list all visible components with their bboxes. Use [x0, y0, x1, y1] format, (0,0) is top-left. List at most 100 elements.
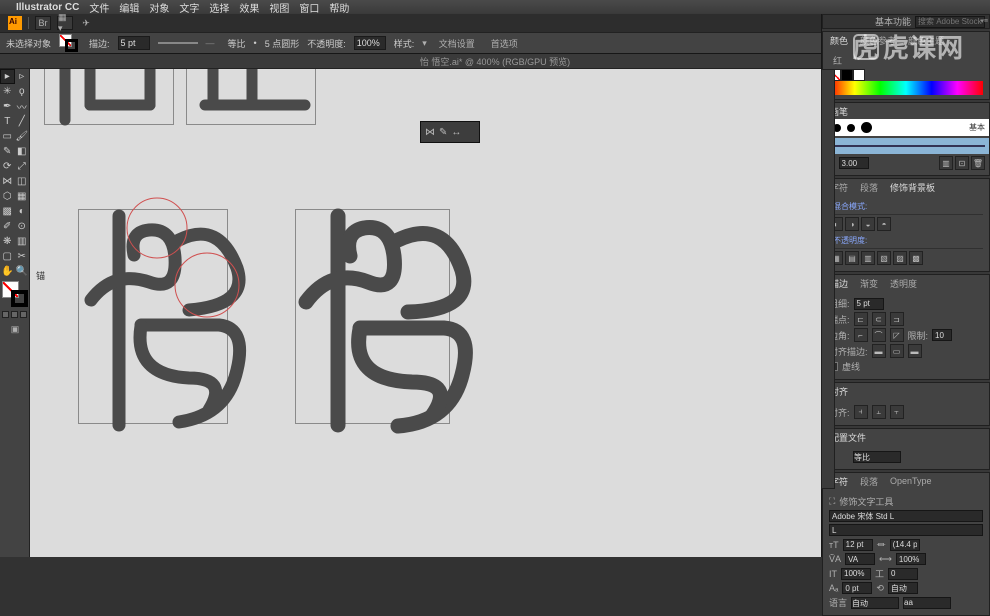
slice-tool[interactable]: ✂ [15, 249, 30, 264]
brush-size-input[interactable] [839, 157, 869, 169]
width-point-icon[interactable]: ⋈ [425, 127, 435, 138]
brush-presets[interactable]: 基本 [823, 119, 989, 136]
menu-view[interactable]: 视图 [269, 0, 289, 15]
opacity-input[interactable] [354, 36, 386, 50]
kerning-input[interactable] [845, 553, 875, 565]
aa-select[interactable]: aa [903, 597, 951, 609]
brush-def-dropdown[interactable]: 5 点圆形 [265, 37, 300, 50]
rotate-tool[interactable]: ⟳ [0, 159, 15, 174]
tab-opentype[interactable]: OpenType [885, 475, 937, 487]
fill-stroke-swatch[interactable] [59, 34, 81, 52]
menu-effect[interactable]: 效果 [239, 0, 259, 15]
tab-gradient[interactable]: 渐变 [855, 276, 883, 291]
gpu-toggle[interactable]: ✈ [79, 16, 93, 30]
cap-round-icon[interactable]: ⊂ [872, 312, 886, 326]
doc-setup-button[interactable]: 文档设置 [435, 37, 479, 50]
mesh-tool[interactable]: ▩ [0, 204, 15, 219]
font-family-input[interactable] [829, 510, 983, 522]
width-profile-icon[interactable]: ✎ [439, 127, 447, 138]
pen-tool[interactable]: ✒ [0, 99, 15, 114]
tab-touch-a[interactable]: 修饰背景板 [885, 180, 940, 195]
eraser-tool[interactable]: ◧ [15, 144, 30, 159]
font-style-input[interactable] [829, 524, 983, 536]
align-inside-icon[interactable]: ▭ [890, 344, 904, 358]
canvas[interactable]: 锚 ⋈ ✎ ↔ [30, 69, 821, 557]
menu-select[interactable]: 选择 [209, 0, 229, 15]
cap-butt-icon[interactable]: ⊏ [854, 312, 868, 326]
line-tool[interactable]: ╱ [15, 114, 30, 129]
char-rotate-input[interactable] [888, 582, 918, 594]
paintbrush-tool[interactable]: 🖌 [15, 129, 30, 144]
curvature-tool[interactable]: 〰 [15, 99, 30, 114]
menu-file[interactable]: 文件 [89, 0, 109, 15]
brush-new-icon[interactable]: ⊡ [955, 156, 969, 170]
bridge-button[interactable]: Br [35, 16, 51, 30]
stroke-profile-preview[interactable] [158, 42, 198, 44]
stock-search-input[interactable] [915, 16, 985, 28]
graph-tool[interactable]: ▥ [15, 234, 30, 249]
width-tool[interactable]: ⋈ [0, 174, 15, 189]
scale-tool[interactable]: ⤢ [15, 159, 30, 174]
tab-paragraph[interactable]: 段落 [855, 474, 883, 489]
align-left-icon[interactable]: ⫞ [854, 405, 868, 419]
menu-type[interactable]: 文字 [179, 0, 199, 15]
stroke-weight-field[interactable] [854, 298, 884, 310]
menu-edit[interactable]: 编辑 [119, 0, 139, 15]
zoom-tool[interactable]: 🔍 [15, 264, 30, 279]
opacity-icons[interactable]: ▦▤▥▧ ▨▩ [829, 251, 983, 265]
floating-width-panel[interactable]: ⋈ ✎ ↔ [420, 121, 480, 143]
brush-lib-icon[interactable]: ▥ [939, 156, 953, 170]
screen-mode[interactable]: ▣ [0, 320, 30, 338]
hscale-input[interactable] [888, 568, 918, 580]
tab-color-guide[interactable]: 颜色参考 [855, 33, 901, 48]
blend-tool[interactable]: ⊙ [15, 219, 30, 234]
join-miter-icon[interactable]: ⌐ [854, 328, 868, 342]
panel-menu-icon[interactable]: ▾≡ [980, 17, 988, 25]
join-bevel-icon[interactable]: ◸ [890, 328, 904, 342]
prefs-button[interactable]: 首选项 [487, 37, 522, 50]
font-size-input[interactable] [843, 539, 873, 551]
panel-dock-strip[interactable] [821, 69, 835, 489]
touch-type-icon[interactable]: ⛶ [829, 496, 835, 507]
miter-input[interactable] [932, 329, 952, 341]
symbol-sprayer-tool[interactable]: ❋ [0, 234, 15, 249]
tab-transparency[interactable]: 透明度 [885, 276, 922, 291]
blend-icons[interactable]: ◐◑◒◓ [829, 217, 983, 231]
profile-dropdown[interactable]: 等比 [228, 37, 246, 50]
align-right-icon[interactable]: ⫟ [890, 405, 904, 419]
rectangle-tool[interactable]: ▭ [0, 129, 15, 144]
vscale-input[interactable] [841, 568, 871, 580]
align-select[interactable]: 自动 [851, 597, 899, 609]
align-hcenter-icon[interactable]: ⫠ [872, 405, 886, 419]
free-transform-tool[interactable]: ◫ [15, 174, 30, 189]
gradient-tool[interactable]: ◐ [15, 204, 30, 219]
perspective-tool[interactable]: ▦ [15, 189, 30, 204]
app-menu[interactable]: Illustrator CC [16, 2, 79, 13]
artboard-tool[interactable]: ▢ [0, 249, 15, 264]
type-tool[interactable]: T [0, 114, 15, 129]
tab-para-a[interactable]: 段落 [855, 180, 883, 195]
width-options-icon[interactable]: ↔ [451, 127, 461, 138]
draw-mode[interactable] [0, 311, 29, 318]
align-center-icon[interactable]: ▬ [872, 344, 886, 358]
leading-input[interactable] [890, 539, 920, 551]
eyedropper-tool[interactable]: ✐ [0, 219, 15, 234]
color-spectrum[interactable] [829, 81, 983, 95]
baseline-input[interactable] [842, 582, 872, 594]
stroke-weight-input[interactable] [118, 36, 150, 50]
shape-builder-tool[interactable]: ⬡ [0, 189, 15, 204]
magic-wand-tool[interactable]: ✳ [0, 84, 15, 99]
selection-tool[interactable]: ▸ [0, 69, 15, 84]
arrange-docs-button[interactable]: ▦ ▾ [57, 16, 73, 30]
workspace-dropdown[interactable]: 基本功能 [875, 15, 911, 28]
menu-object[interactable]: 对象 [149, 0, 169, 15]
tab-color-themes[interactable]: 颜色主题 [903, 33, 949, 48]
join-round-icon[interactable]: ⌒ [872, 328, 886, 342]
profile-select[interactable]: 等比 [853, 451, 901, 463]
trash-icon[interactable]: 🗑 [971, 156, 985, 170]
shaper-tool[interactable]: ✎ [0, 144, 15, 159]
style-dropdown[interactable]: ▾ [422, 38, 427, 49]
direct-selection-tool[interactable]: ▹ [15, 69, 29, 84]
swatch-none-bw[interactable] [829, 69, 983, 81]
cap-square-icon[interactable]: ⊐ [890, 312, 904, 326]
